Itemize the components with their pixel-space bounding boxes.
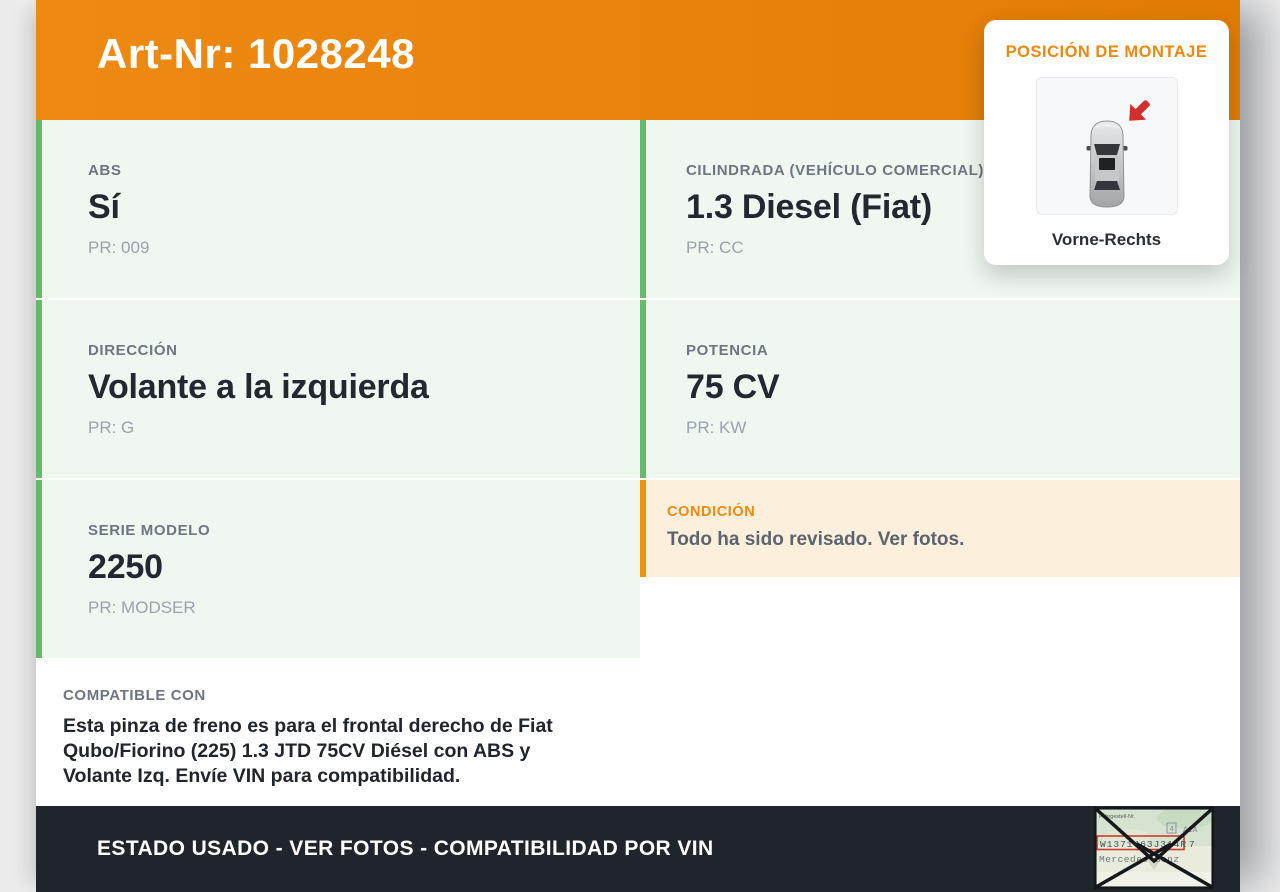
compatibility-text: Esta pinza de freno es para el frontal d… <box>63 715 553 787</box>
spec-card-direccion: DIRECCIÓN Volante a la izquierda PR: G <box>36 300 640 478</box>
mounting-position-value: Vorne-Rechts <box>1051 230 1162 249</box>
car-top-view-icon <box>1086 120 1127 208</box>
spec-pr-code: PR: 009 <box>88 238 150 257</box>
spec-label: ABS <box>88 162 122 179</box>
spec-pr-code: PR: KW <box>686 418 747 437</box>
condition-label: CONDICIÓN <box>667 504 756 520</box>
spec-label: DIRECCIÓN <box>88 342 178 359</box>
spec-pr-code: PR: MODSER <box>88 598 196 617</box>
compatibility-card: COMPATIBLE CON Esta pinza de freno es pa… <box>36 660 640 806</box>
condition-card: CONDICIÓN Todo ha sido revisado. Ver fot… <box>640 480 1240 577</box>
vin-suffix: 7 <box>1189 839 1195 850</box>
compatibility-label: COMPATIBLE CON <box>63 687 206 704</box>
footer-text: ESTADO USADO - VER FOTOS - COMPATIBILIDA… <box>97 837 714 860</box>
spec-label: POTENCIA <box>686 342 769 359</box>
spec-card-potencia: POTENCIA 75 CV PR: KW <box>640 300 1240 478</box>
spec-value: 2250 <box>88 548 163 586</box>
spec-value: Sí <box>88 188 120 226</box>
mounting-position-card: POSICIÓN DE MONTAJE Vorne-Rechts <box>984 20 1229 265</box>
spec-value: Volante a la izquierda <box>88 368 429 406</box>
spec-value: 75 CV <box>686 368 780 406</box>
mounting-position-title: POSICIÓN DE MONTAJE <box>1005 43 1208 61</box>
spec-pr-code: PR: G <box>88 418 135 437</box>
spec-card-serie-modelo: SERIE MODELO 2250 PR: MODSER <box>36 480 640 658</box>
front-right-arrow-icon <box>1128 100 1150 121</box>
car-position-image <box>1035 77 1178 215</box>
doc-ref-mark: 4 <box>1170 826 1174 834</box>
spec-card-abs: ABS Sí PR: 009 <box>36 120 640 298</box>
condition-text: Todo ha sido revisado. Ver fotos. <box>667 529 965 550</box>
vin-document-envelope-image: Fahrgestell-Nr. 4 AiA W1371463J314R 7 Me… <box>1093 806 1215 890</box>
footer-banner: ESTADO USADO - VER FOTOS - COMPATIBILIDA… <box>36 806 1240 892</box>
spec-label: SERIE MODELO <box>88 522 211 539</box>
